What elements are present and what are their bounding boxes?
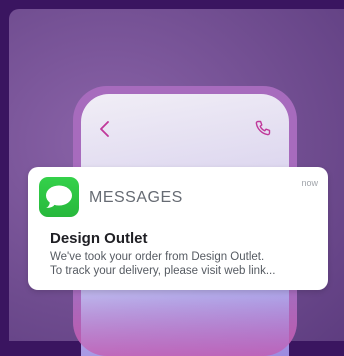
messages-app-icon	[39, 177, 79, 217]
chevron-left-icon[interactable]	[97, 120, 113, 138]
phone-icon[interactable]	[254, 119, 272, 137]
notification-body: We've took your order from Design Outlet…	[50, 250, 322, 278]
speech-bubble-icon	[46, 185, 72, 208]
notification-body-line: To track your delivery, please visit web…	[50, 265, 276, 277]
notification-title: Design Outlet	[50, 230, 148, 247]
phone-glow	[73, 296, 297, 356]
notification-body-line: We've took your order from Design Outlet…	[50, 251, 265, 263]
app-name: MESSAGES	[89, 189, 183, 206]
notification-time: now	[301, 178, 318, 188]
message-notification[interactable]: MESSAGES now Design Outlet We've took yo…	[28, 167, 328, 290]
